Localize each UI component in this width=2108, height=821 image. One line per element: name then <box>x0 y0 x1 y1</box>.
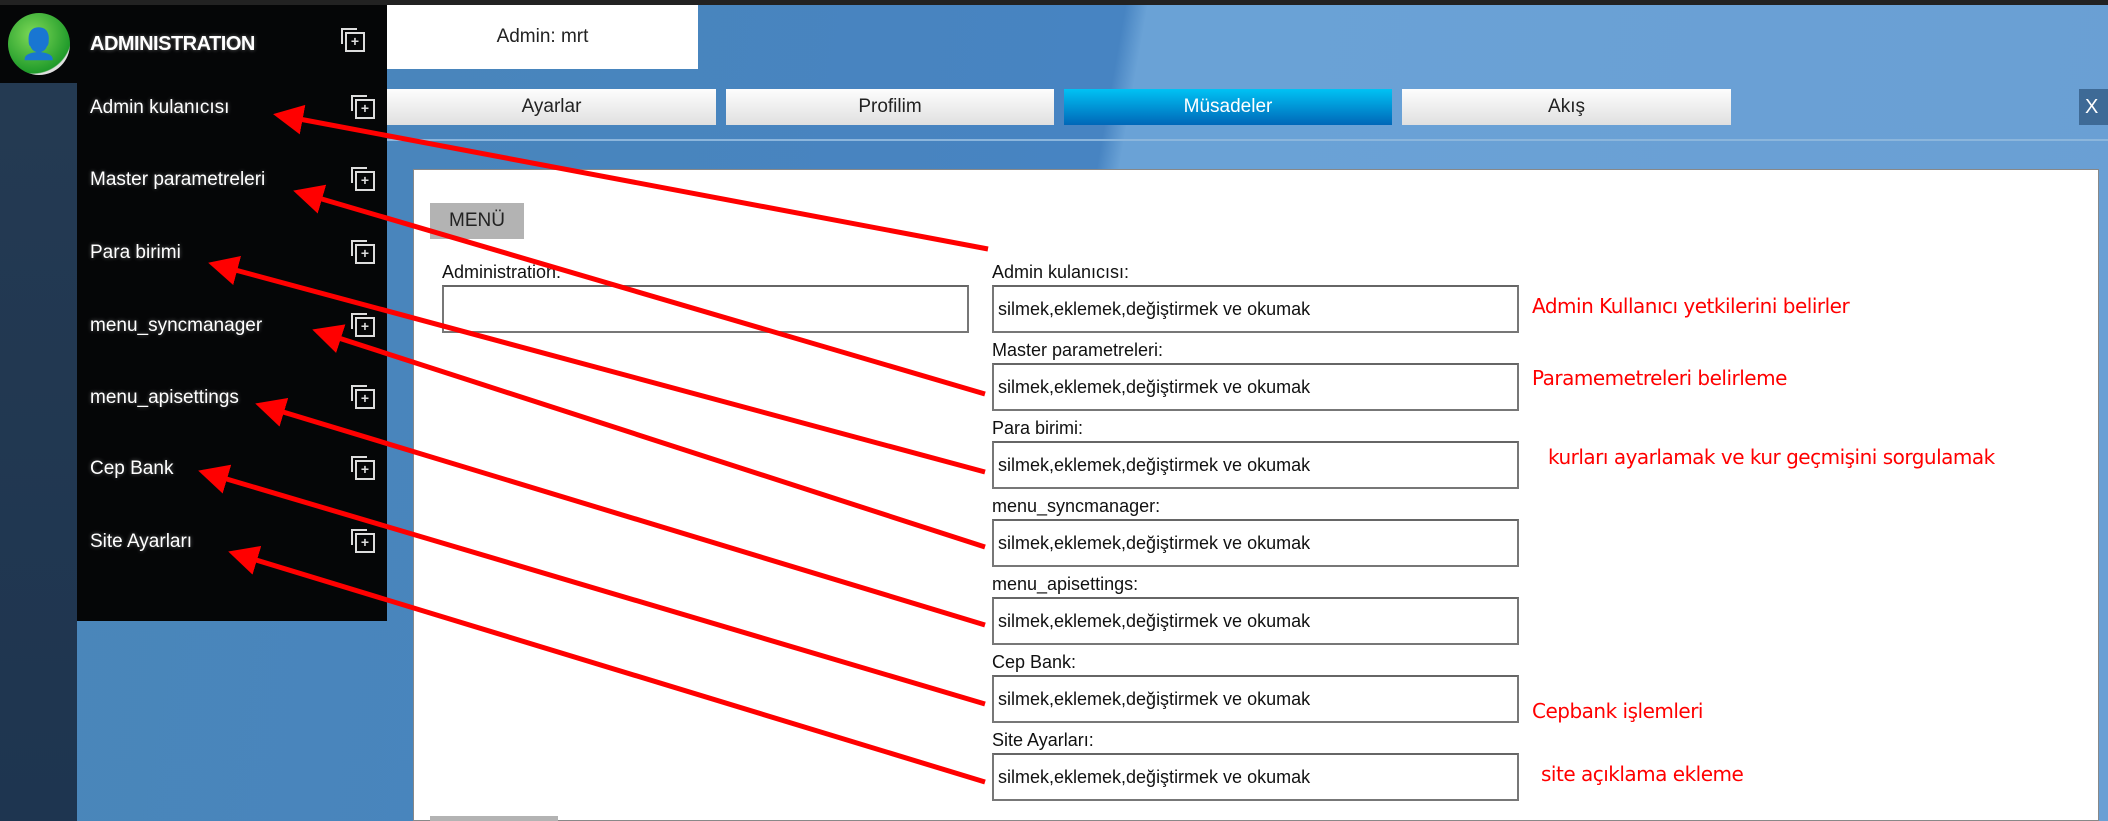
bottom-button[interactable] <box>430 816 558 821</box>
sidebar: Admin kulanıcısı Master parametreleri Pa… <box>77 83 387 621</box>
permission-input[interactable]: silmek,eklemek,değiştirmek ve okumak <box>992 675 1519 723</box>
permission-input[interactable]: silmek,eklemek,değiştirmek ve okumak <box>992 519 1519 567</box>
permission-label: Site Ayarları: <box>992 730 1094 750</box>
permission-input[interactable]: silmek,eklemek,değiştirmek ve okumak <box>992 597 1519 645</box>
permission-label: Master parametreleri: <box>992 340 1164 360</box>
sidebar-item-site-settings[interactable]: Site Ayarları <box>90 531 192 553</box>
menu-button[interactable]: MENÜ <box>430 203 524 239</box>
sidebar-title: ADMINISTRATION <box>90 33 255 55</box>
permission-input[interactable]: silmek,eklemek,değiştirmek ve okumak <box>992 753 1519 801</box>
expand-icon[interactable]: + <box>351 240 375 264</box>
admin-avatar-icon: 👤 <box>8 13 70 75</box>
annotation-note: site açıklama ekleme <box>1541 762 1744 786</box>
expand-icon[interactable]: + <box>351 313 375 337</box>
sidebar-item-master-params[interactable]: Master parametreleri <box>90 169 265 191</box>
close-button[interactable]: X <box>2079 89 2108 125</box>
expand-icon[interactable]: + <box>351 456 375 480</box>
annotation-note: Paramemetreleri belirleme <box>1532 366 1787 390</box>
permission-label: Cep Bank: <box>992 652 1077 672</box>
administration-input[interactable] <box>442 285 969 333</box>
sidebar-item-syncmanager[interactable]: menu_syncmanager <box>90 315 262 337</box>
administration-label: Administration: <box>442 262 562 282</box>
permission-label: menu_syncmanager: <box>992 496 1161 516</box>
permission-label: Admin kulanıcısı: <box>992 262 1130 282</box>
sidebar-item-currency[interactable]: Para birimi <box>90 242 181 264</box>
expand-icon[interactable]: + <box>351 529 375 553</box>
sidebar-header: 👤 ADMINISTRATION + <box>0 5 387 83</box>
tab-settings[interactable]: Ayarlar <box>387 89 716 125</box>
tab-permissions[interactable]: Müsadeler <box>1064 89 1392 125</box>
permission-input[interactable]: silmek,eklemek,değiştirmek ve okumak <box>992 363 1519 411</box>
annotation-note: Admin Kullanıcı yetkilerini belirler <box>1532 294 1850 318</box>
admin-user-label: Admin: mrt <box>387 5 698 69</box>
expand-icon[interactable]: + <box>351 385 375 409</box>
tab-flow[interactable]: Akış <box>1402 89 1731 125</box>
sidebar-item-cep-bank[interactable]: Cep Bank <box>90 458 173 480</box>
content-panel <box>413 169 2099 821</box>
permission-input[interactable]: silmek,eklemek,değiştirmek ve okumak <box>992 441 1519 489</box>
expand-icon[interactable]: + <box>351 95 375 119</box>
sidebar-item-apisettings[interactable]: menu_apisettings <box>90 387 239 409</box>
annotation-note: kurları ayarlamak ve kur geçmişini sorgu… <box>1548 445 1995 469</box>
annotation-note: Cepbank işlemleri <box>1532 699 1704 723</box>
permission-label: menu_apisettings: <box>992 574 1139 594</box>
divider <box>387 139 2108 141</box>
expand-icon[interactable]: + <box>351 167 375 191</box>
permission-input[interactable]: silmek,eklemek,değiştirmek ve okumak <box>992 285 1519 333</box>
permission-label: Para birimi: <box>992 418 1084 438</box>
tab-profile[interactable]: Profilim <box>726 89 1054 125</box>
sidebar-strip <box>0 83 77 821</box>
expand-icon[interactable]: + <box>341 28 365 52</box>
sidebar-item-admin-user[interactable]: Admin kulanıcısı <box>90 97 229 119</box>
